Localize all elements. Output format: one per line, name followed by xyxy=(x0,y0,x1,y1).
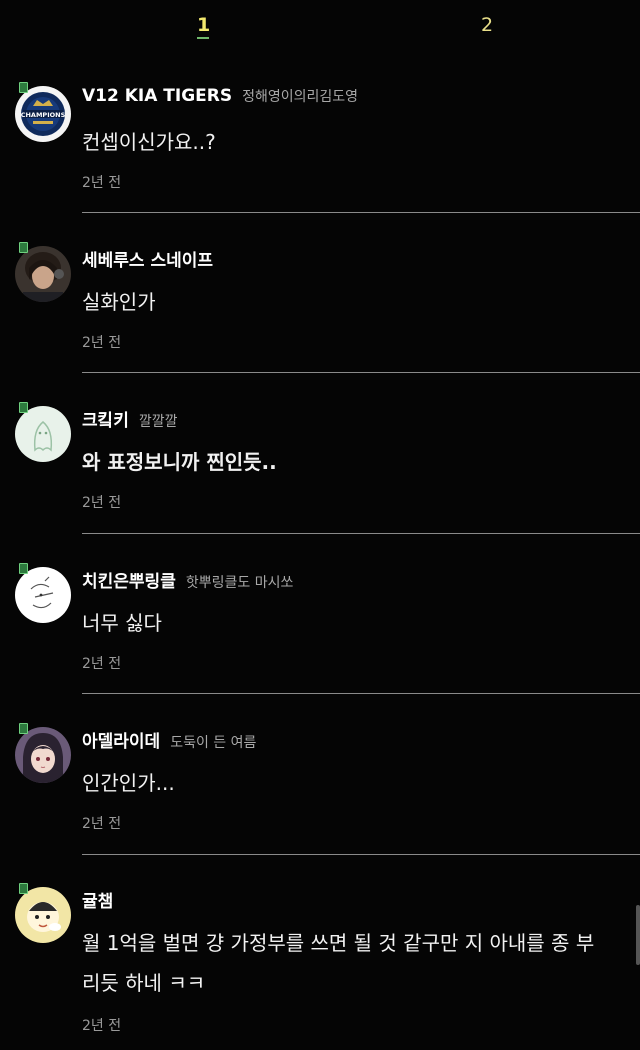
comment-divider xyxy=(82,693,640,694)
anime-character-avatar xyxy=(15,727,71,783)
avatar[interactable] xyxy=(15,883,71,943)
comment-divider xyxy=(82,533,640,534)
username-text[interactable]: 크킼키 xyxy=(82,411,129,431)
scrollbar-thumb[interactable] xyxy=(636,905,640,965)
comment-time: 2년 전 xyxy=(82,335,122,351)
comment-username[interactable]: 귤챔 xyxy=(82,887,113,912)
avatar[interactable]: CHAMPIONS xyxy=(15,82,71,142)
comment-text: 와 표정보니까 찐인듯.. xyxy=(82,450,277,474)
comment-text: 실화인가 xyxy=(82,290,156,314)
current-page-indicator xyxy=(197,37,209,39)
comment-time: 2년 전 xyxy=(82,495,122,511)
comment-text: 컨셉이신가요..? xyxy=(82,130,216,154)
doodle-avatar xyxy=(15,567,71,623)
user-nickname: 핫뿌링클도 마시쏘 xyxy=(185,575,294,591)
page-1-link[interactable]: 1 xyxy=(197,14,210,36)
comment-text: 인간인가... xyxy=(82,771,175,795)
comment-username[interactable]: 세베루스 스네이프 xyxy=(82,246,213,271)
username-text[interactable]: 세베루스 스네이프 xyxy=(82,251,213,271)
avatar[interactable] xyxy=(15,402,71,462)
svg-text:CHAMPIONS: CHAMPIONS xyxy=(21,111,66,119)
level-badge-icon xyxy=(19,723,28,734)
comment-divider xyxy=(82,854,640,855)
username-text[interactable]: 치킨은뿌링클 xyxy=(82,572,176,592)
comment-time: 2년 전 xyxy=(82,175,122,191)
comment-time: 2년 전 xyxy=(82,1018,122,1034)
person-photo-avatar xyxy=(15,246,71,302)
comment-divider xyxy=(82,372,640,373)
username-text[interactable]: V12 KIA TIGERS xyxy=(82,86,232,106)
user-nickname: 깔깔깔 xyxy=(138,414,178,430)
user-nickname: 도둑이 든 여름 xyxy=(170,735,257,751)
champions-badge-avatar: CHAMPIONS xyxy=(15,86,71,142)
username-text[interactable]: 아델라이데 xyxy=(82,732,160,752)
comment-username[interactable]: 치킨은뿌링클 핫뿌링클도 마시쏘 xyxy=(82,567,293,592)
comment-username[interactable]: 크킼키 깔깔깔 xyxy=(82,406,178,431)
comment-divider xyxy=(82,212,640,213)
level-badge-icon xyxy=(19,883,28,894)
comment-text: 너무 싫다 xyxy=(82,611,162,635)
avatar[interactable] xyxy=(15,563,71,623)
comment-username[interactable]: V12 KIA TIGERS 정해영이의리김도영 xyxy=(82,86,358,106)
avatar[interactable] xyxy=(15,723,71,783)
page-2-link[interactable]: 2 xyxy=(481,14,493,36)
comment-time: 2년 전 xyxy=(82,816,122,832)
cartoon-character-avatar xyxy=(15,887,71,943)
comment-time: 2년 전 xyxy=(82,656,122,672)
avatar[interactable] xyxy=(15,242,71,302)
level-badge-icon xyxy=(19,242,28,253)
user-nickname: 정해영이의리김도영 xyxy=(242,89,359,105)
level-badge-icon xyxy=(19,402,28,413)
comment-text-line-2: 리듯 하네 ㅋㅋ xyxy=(82,971,206,995)
comment-username[interactable]: 아델라이데 도둑이 든 여름 xyxy=(82,727,256,752)
level-badge-icon xyxy=(19,82,28,93)
ghost-sketch-avatar xyxy=(15,406,71,462)
pagination: 1 2 xyxy=(0,0,640,60)
username-text[interactable]: 귤챔 xyxy=(82,892,113,912)
comment-text-line-1: 월 1억을 벌면 걍 가정부를 쓰면 될 것 같구만 지 아내를 종 부 xyxy=(82,931,595,955)
level-badge-icon xyxy=(19,563,28,574)
